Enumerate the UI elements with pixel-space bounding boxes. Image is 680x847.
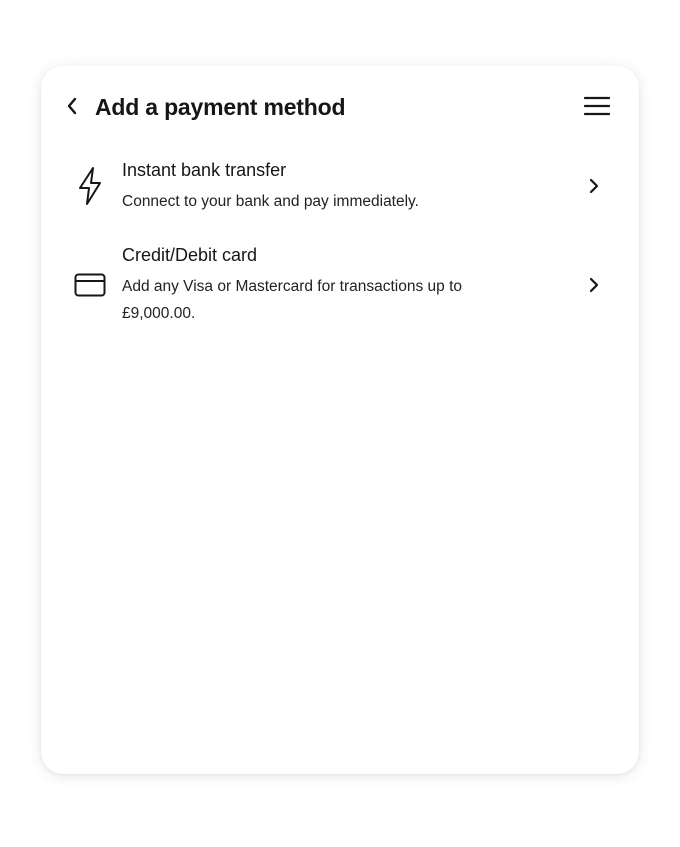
lightning-bolt-icon (71, 166, 109, 206)
back-button[interactable] (61, 94, 83, 118)
option-title: Instant bank transfer (122, 160, 287, 180)
hamburger-menu-icon (584, 96, 610, 116)
option-description: Add any Visa or Mastercard for transacti… (122, 278, 463, 322)
payment-option-instant-bank-transfer[interactable]: Instant bank transfer Connect to your ba… (41, 158, 639, 218)
payment-option-credit-debit-card[interactable]: Credit/Debit card Add any Visa or Master… (41, 243, 639, 327)
menu-button[interactable] (583, 94, 611, 118)
panel-header: Add a payment method (41, 66, 639, 146)
option-description: Connect to your bank and pay immediately… (122, 193, 419, 210)
chevron-left-icon (67, 97, 77, 115)
chevron-right-icon (587, 177, 601, 195)
chevron-right-icon (587, 276, 601, 294)
option-title: Credit/Debit card (122, 245, 258, 265)
payment-method-panel: Add a payment method Instant bank transf… (41, 66, 639, 774)
credit-card-icon (71, 267, 109, 303)
page-title: Add a payment method (95, 94, 346, 120)
